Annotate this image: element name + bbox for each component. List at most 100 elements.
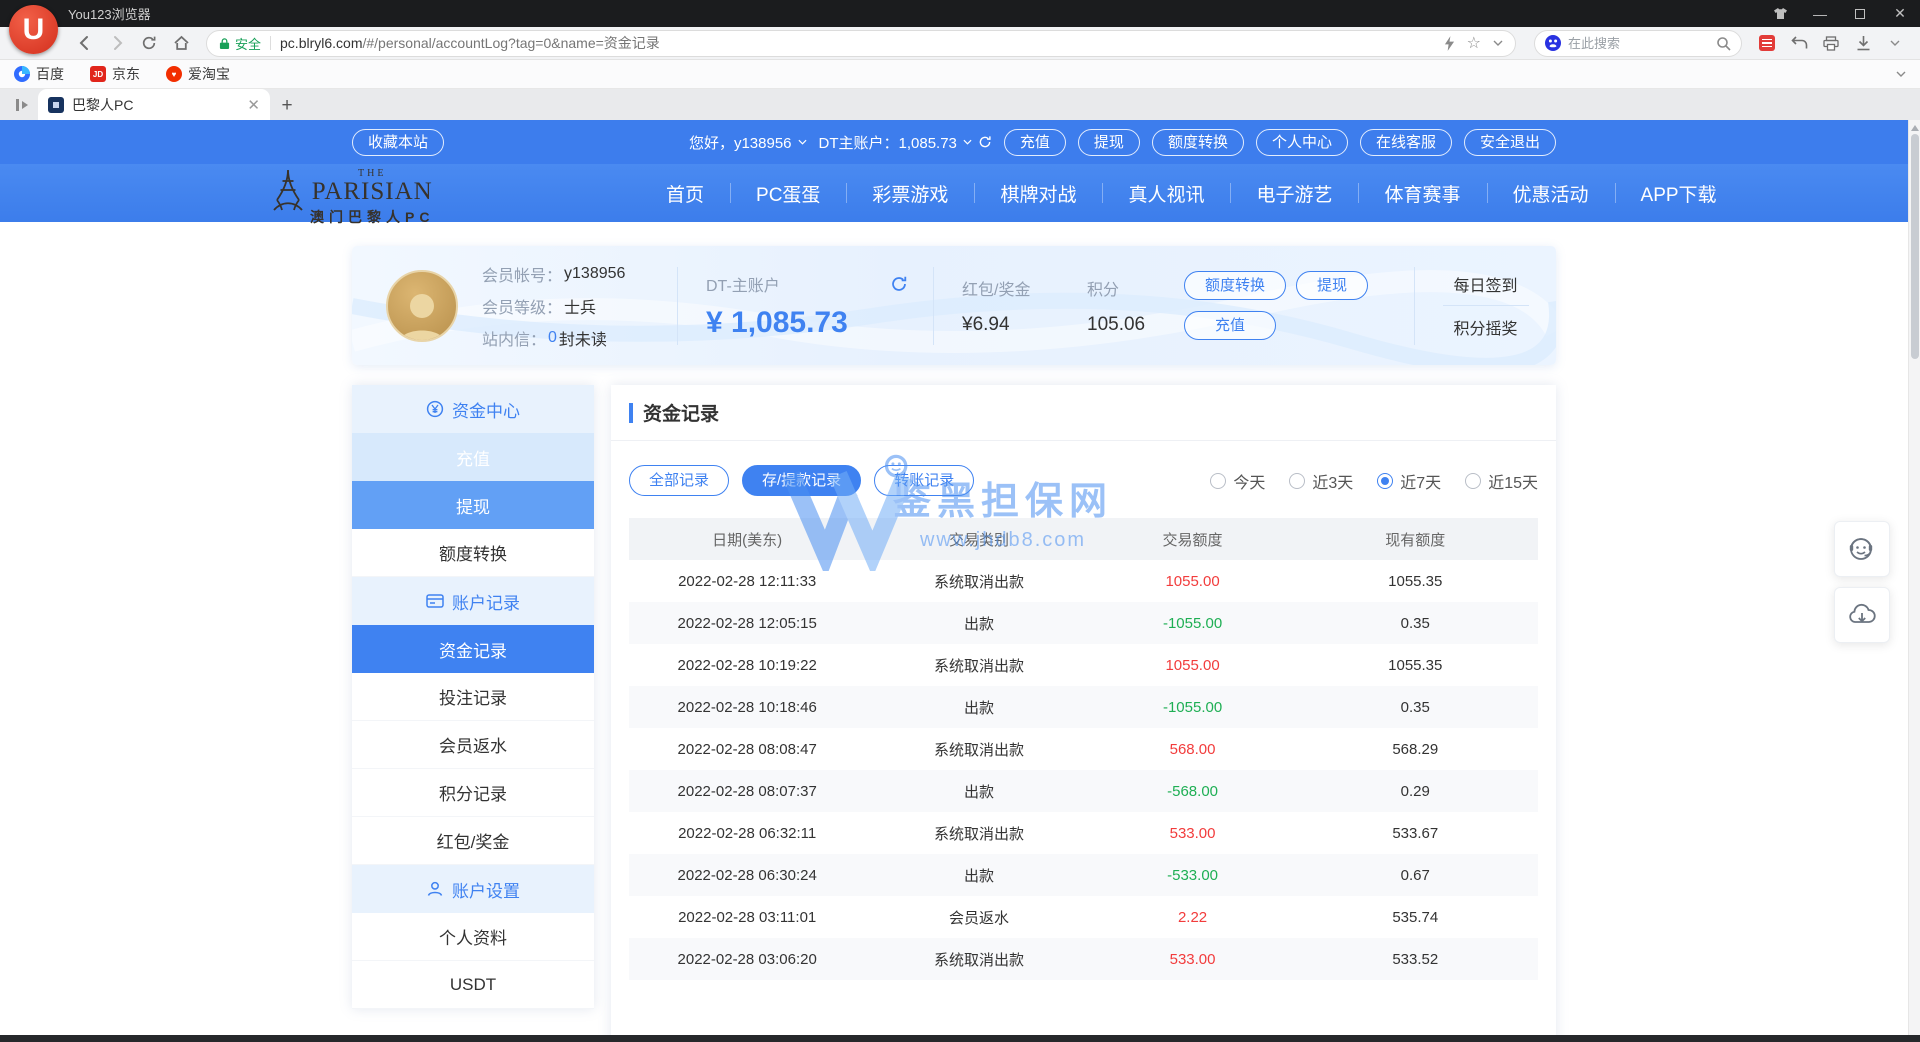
address-dropdown-icon[interactable] [1493,40,1503,46]
site-favicon [48,97,64,113]
search-box[interactable] [1534,30,1742,57]
scrollbar-up-arrow[interactable] [1911,123,1919,131]
radio-today[interactable]: 今天 [1210,469,1265,493]
filter-tab-deposit-withdraw[interactable]: 存/提款记录 [742,465,861,496]
menu-promos[interactable]: 优惠活动 [1487,164,1615,222]
menu-slots[interactable]: 电子游艺 [1230,164,1358,222]
bottom-strip [0,1035,1920,1042]
minimize-button[interactable]: — [1800,0,1840,27]
user-greeting[interactable]: 您好，y138956 [689,132,807,153]
sidebar-item-points-records[interactable]: 积分记录 [352,769,594,817]
address-bar[interactable]: 安全 pc.blryl6.com/#/personal/accountLog?t… [206,30,1516,57]
avatar[interactable] [386,270,458,342]
menu-sports[interactable]: 体育赛事 [1358,164,1486,222]
close-button[interactable]: ✕ [1880,0,1920,27]
menu-app-download[interactable]: APP下载 [1615,164,1743,222]
browser-logo[interactable]: U [9,5,58,54]
sidebar-item-account-records[interactable]: 账户记录 [352,577,594,625]
topbar-logout-button[interactable]: 安全退出 [1464,129,1556,156]
new-tab-button[interactable]: + [270,92,304,120]
jd-icon: JD [90,66,106,82]
download-button[interactable] [1848,30,1878,57]
extension-button[interactable] [1752,30,1782,57]
forward-button[interactable] [102,30,132,57]
sidebar-item-fund-center[interactable]: 资金中心 [352,385,594,433]
printer-icon [1823,36,1839,51]
bookmark-aitaobao[interactable]: ♥ 爱淘宝 [166,64,230,84]
radio-7days[interactable]: 近7天 [1377,469,1441,493]
menu-live[interactable]: 真人视讯 [1102,164,1230,222]
topbar-deposit-button[interactable]: 充值 [1004,129,1066,156]
bookmark-baidu[interactable]: 百度 [14,64,64,84]
tab-close-icon[interactable]: ✕ [247,96,260,114]
radio-dot [1377,473,1393,489]
radio-dot [1289,473,1305,489]
print-button[interactable] [1816,30,1846,57]
withdraw-button[interactable]: 提现 [1296,271,1368,300]
table-row: 2022-02-28 06:30:24出款-533.000.67 [629,854,1538,896]
bookmark-star-icon[interactable]: ☆ [1467,35,1481,51]
sidebar-item-account-settings[interactable]: 账户设置 [352,865,594,913]
favorite-site-button[interactable]: 收藏本站 [352,129,444,156]
sidebar-item-usdt[interactable]: USDT [352,961,594,1009]
member-mail[interactable]: 站内信：0 封未读 [482,326,677,350]
refresh-wallet-icon[interactable] [890,275,908,293]
shirt-icon [1774,8,1787,19]
topbar-profile-button[interactable]: 个人中心 [1256,129,1348,156]
history-button[interactable] [1784,30,1814,57]
app-download-button[interactable] [1834,587,1890,643]
sidebar-item-profile[interactable]: 个人资料 [352,913,594,961]
topbar-withdraw-button[interactable]: 提现 [1078,129,1140,156]
skin-icon[interactable] [1760,0,1800,27]
sidebar-item-bonus[interactable]: 红包/奖金 [352,817,594,865]
menu-boardgames[interactable]: 棋牌对战 [974,164,1102,222]
radio-15days[interactable]: 近15天 [1465,469,1538,493]
quick-access-icon[interactable] [1444,36,1455,51]
sidebar-item-bet-records[interactable]: 投注记录 [352,673,594,721]
records-table: 日期(美东) 交易类别 交易额度 现有额度 2022-02-28 12:11:3… [629,518,1538,980]
page-scrollbar[interactable] [1908,120,1920,1035]
maximize-button[interactable] [1840,0,1880,27]
topbar-quota-button[interactable]: 额度转换 [1152,129,1244,156]
radio-3days[interactable]: 近3天 [1289,469,1353,493]
menu-pcdandan[interactable]: PC蛋蛋 [730,164,846,222]
points-lottery-link[interactable]: 积分摇奖 [1453,315,1517,339]
site-topbar: 收藏本站 您好，y138956 DT主账户：1,085.73 充值 提现 额度转… [0,120,1908,164]
sidebar-item-fund-records[interactable]: 资金记录 [352,625,594,673]
refresh-button[interactable] [134,30,164,57]
customer-service-button[interactable] [1834,521,1890,577]
sidebar-item-deposit[interactable]: 充值 [352,433,594,481]
account-balance[interactable]: DT主账户：1,085.73 [819,132,992,153]
tab-bar: 巴黎人PC ✕ + [0,89,1920,120]
menu-home[interactable]: 首页 [640,164,730,222]
bookmark-jd[interactable]: JD 京东 [90,64,140,84]
member-card: 会员帐号：y138956 会员等级：士兵 站内信：0 封未读 DT-主账户 ¥ … [352,246,1556,365]
topbar-service-button[interactable]: 在线客服 [1360,129,1452,156]
wallet-label: DT-主账户 [706,272,780,296]
baidu-icon [1545,35,1561,51]
radio-dot [1465,473,1481,489]
sidebar-item-withdraw[interactable]: 提现 [352,481,594,529]
daily-signin-link[interactable]: 每日签到 [1453,272,1517,296]
toolbar-collapse-button[interactable] [1880,30,1910,57]
bookmarks-overflow-button[interactable] [1896,71,1906,77]
site-logo[interactable]: THE PARISIAN 澳门巴黎人PC [272,168,434,227]
deposit-button[interactable]: 充值 [1184,311,1276,340]
home-button[interactable] [166,30,196,57]
filter-tab-transfer[interactable]: 转账记录 [874,465,974,496]
tab-active[interactable]: 巴黎人PC ✕ [38,89,270,120]
search-input[interactable] [1568,36,1709,51]
bonus-amount: ¥6.94 [962,314,1059,336]
back-button[interactable] [70,30,100,57]
filter-row: 全部记录 存/提款记录 转账记录 今天 近3天 近7天 近15天 [611,441,1556,516]
filter-tab-all[interactable]: 全部记录 [629,465,729,496]
sidebar-item-rebate[interactable]: 会员返水 [352,721,594,769]
eiffel-tower-icon [272,168,304,214]
tab-sidebar-toggle[interactable] [8,89,38,120]
quota-transfer-button[interactable]: 额度转换 [1184,271,1286,300]
refresh-balance-icon[interactable] [978,135,992,149]
sidebar-item-quota-transfer[interactable]: 额度转换 [352,529,594,577]
search-icon[interactable] [1716,36,1731,51]
scrollbar-thumb[interactable] [1911,134,1919,359]
menu-lottery[interactable]: 彩票游戏 [846,164,974,222]
